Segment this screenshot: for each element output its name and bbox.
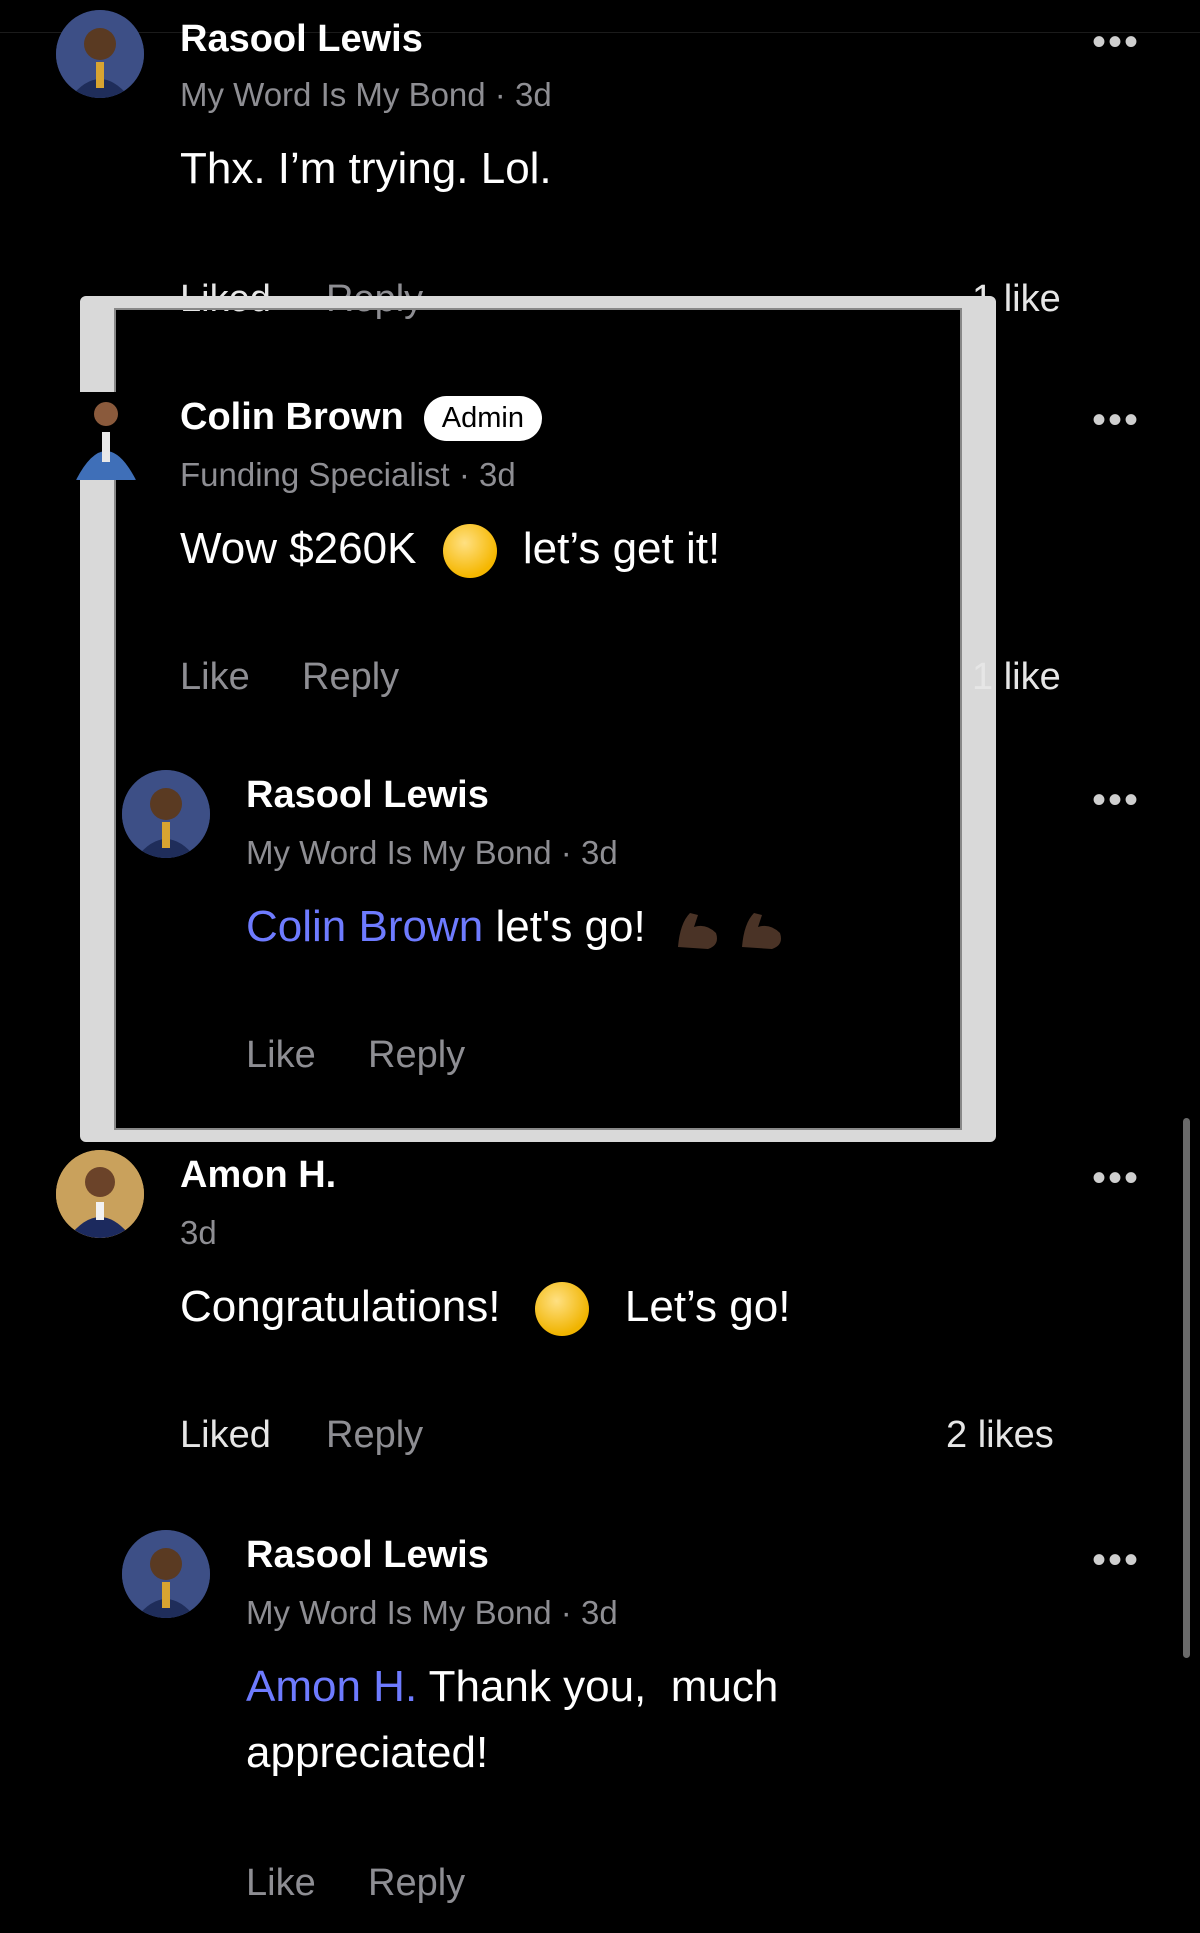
reply-button[interactable]: Reply (368, 1034, 465, 1077)
comment-text-body: let's go! (483, 902, 646, 951)
more-options-icon[interactable]: ••• (1092, 1540, 1140, 1580)
comment-text-end: let’s get it! (522, 524, 721, 573)
commenter-name[interactable]: Rasool Lewis (246, 1534, 489, 1577)
comment-text-start: Congratulations! (180, 1282, 501, 1331)
commenter-subtitle: My Word Is My Bond · 3d (246, 1594, 618, 1631)
like-button[interactable]: Like (246, 1862, 316, 1905)
commenter-subtitle: My Word Is My Bond · 3d (246, 834, 618, 871)
flexed-biceps-emoji (742, 913, 782, 950)
like-button[interactable]: Like (180, 656, 250, 699)
commenter-subtitle: 3d (180, 1214, 217, 1251)
comment-text: Congratulations! Let’s go! (180, 1274, 790, 1340)
like-count[interactable]: 1 like (972, 656, 1061, 699)
liked-button[interactable]: Liked (180, 1414, 271, 1457)
commenter-subtitle: My Word Is My Bond · 3d (180, 76, 552, 113)
commenter-name[interactable]: Rasool Lewis (246, 774, 489, 817)
commenter-name[interactable]: Amon H. (180, 1154, 336, 1197)
face-with-steam-emoji (442, 524, 497, 579)
comment-line-1: Amon H. Thank you, much (246, 1654, 1066, 1720)
comment-text: Thx. I’m trying. Lol. (180, 144, 552, 193)
reply-button[interactable]: Reply (302, 656, 399, 699)
comment-text: Colin Brown let's go! (246, 894, 788, 960)
more-options-icon[interactable]: ••• (1092, 22, 1140, 62)
comment-text-end: Let’s go! (624, 1282, 791, 1331)
avatar[interactable] (70, 392, 142, 480)
avatar[interactable] (122, 1530, 210, 1618)
comment-text: Amon H. Thank you, much appreciated! (246, 1654, 1066, 1786)
comment-text-start: Wow $260K (180, 524, 417, 573)
like-count[interactable]: 2 likes (946, 1414, 1054, 1457)
more-options-icon[interactable]: ••• (1092, 1158, 1140, 1198)
scrollbar[interactable] (1183, 1118, 1190, 1658)
reply-button[interactable]: Reply (368, 1862, 465, 1905)
comment-text: Wow $260K let’s get it! (180, 516, 720, 582)
avatar[interactable] (56, 10, 144, 98)
avatar[interactable] (56, 1150, 144, 1238)
commenter-name[interactable]: Colin Brown Admin (180, 396, 542, 442)
mention-link[interactable]: Colin Brown (246, 902, 483, 951)
commenter-name[interactable]: Rasool Lewis (180, 18, 423, 61)
more-options-icon[interactable]: ••• (1092, 400, 1140, 440)
flexed-biceps-emoji (677, 913, 717, 950)
reply-button[interactable]: Reply (326, 1414, 423, 1457)
comment-text-body: Thank you, much (417, 1662, 779, 1711)
money-mouth-emoji (534, 1282, 589, 1337)
mention-link[interactable]: Amon H. (246, 1662, 417, 1711)
more-options-icon[interactable]: ••• (1092, 780, 1140, 820)
avatar[interactable] (122, 770, 210, 858)
commenter-subtitle: Funding Specialist · 3d (180, 456, 516, 493)
like-button[interactable]: Like (246, 1034, 316, 1077)
comment-line-2: appreciated! (246, 1728, 489, 1777)
admin-badge: Admin (423, 396, 542, 442)
commenter-name-label: Colin Brown (180, 396, 404, 438)
